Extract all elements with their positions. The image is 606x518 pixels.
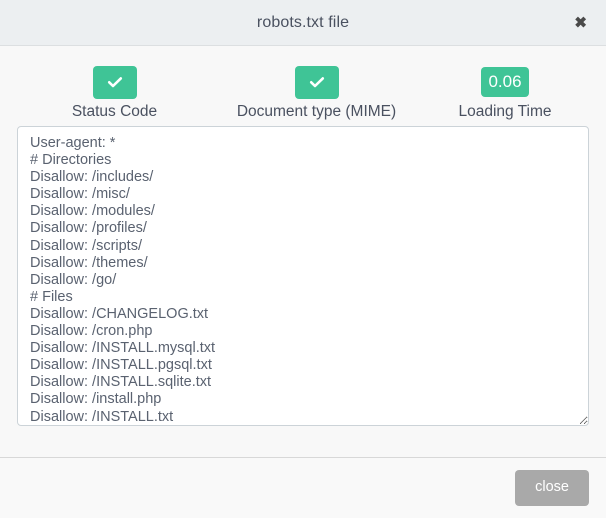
metric-status-code: Status Code bbox=[0, 65, 229, 121]
check-icon bbox=[308, 73, 326, 91]
robots-txt-modal: robots.txt file ✖ Status Code Document t… bbox=[0, 0, 606, 518]
status-badge-ok bbox=[92, 65, 137, 99]
modal-body: Status Code Document type (MIME) 0.06 Lo… bbox=[0, 46, 606, 457]
check-icon bbox=[106, 73, 124, 91]
document-type-badge-ok bbox=[294, 65, 339, 99]
close-x-icon[interactable]: ✖ bbox=[570, 13, 591, 32]
metric-label-document-type: Document type (MIME) bbox=[236, 103, 397, 120]
metric-document-type: Document type (MIME) bbox=[229, 65, 404, 121]
metric-label-loading-time: Loading Time bbox=[458, 103, 552, 120]
metric-label-status-code: Status Code bbox=[71, 103, 158, 120]
metrics-row: Status Code Document type (MIME) 0.06 Lo… bbox=[0, 46, 606, 121]
robots-txt-content-textarea[interactable] bbox=[17, 126, 589, 426]
close-button[interactable]: close bbox=[515, 470, 589, 506]
file-content-wrap bbox=[0, 121, 606, 426]
document-type-badge-wrap bbox=[229, 65, 404, 99]
loading-time-badge-wrap: 0.06 bbox=[404, 65, 606, 99]
loading-time-badge: 0.06 bbox=[481, 67, 529, 97]
modal-header: robots.txt file ✖ bbox=[0, 0, 606, 46]
modal-footer: close bbox=[0, 457, 606, 518]
metric-loading-time: 0.06 Loading Time bbox=[404, 65, 606, 121]
modal-title: robots.txt file bbox=[256, 13, 350, 31]
status-code-badge-wrap bbox=[0, 65, 229, 99]
